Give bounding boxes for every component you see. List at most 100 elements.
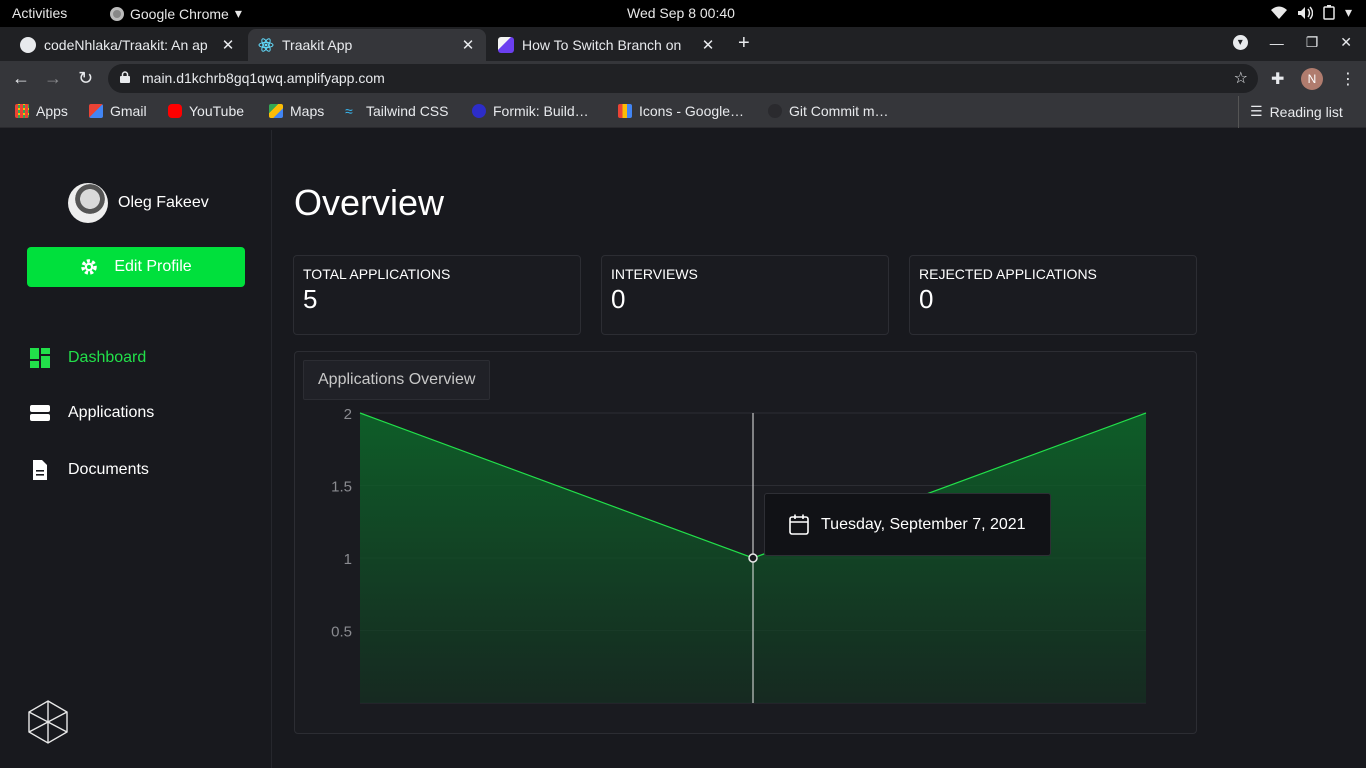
formik-icon bbox=[472, 104, 486, 118]
tab-search-icon[interactable]: ▾ bbox=[1232, 35, 1248, 50]
caret-down-icon: ▾ bbox=[234, 5, 242, 21]
bookmark-label: Formik: Build… bbox=[493, 103, 589, 119]
dashboard-icon bbox=[30, 348, 50, 368]
sidebar-item-dashboard[interactable]: Dashboard bbox=[30, 348, 146, 368]
bookmark-label: Tailwind CSS bbox=[366, 103, 449, 119]
tab-github[interactable]: codeNhlaka/Traakit: An ap ✕ bbox=[10, 29, 246, 61]
tab-title: How To Switch Branch on bbox=[522, 37, 682, 53]
stat-label: REJECTED APPLICATIONS bbox=[919, 266, 1097, 282]
stat-label: TOTAL APPLICATIONS bbox=[303, 266, 451, 282]
stat-card-total-applications: TOTAL APPLICATIONS 5 bbox=[293, 255, 581, 335]
github-icon bbox=[768, 104, 782, 118]
stat-value: 0 bbox=[919, 284, 934, 314]
site-favicon-icon bbox=[498, 37, 514, 53]
tab-title: Traakit App bbox=[282, 37, 353, 53]
bookmarks-divider bbox=[1238, 96, 1239, 128]
bookmark-youtube[interactable]: YouTube bbox=[168, 103, 244, 119]
reading-list-label: Reading list bbox=[1269, 103, 1343, 120]
bookmarks-bar: Apps Gmail YouTube Maps ≈ Tailwind CSS F… bbox=[0, 96, 1366, 128]
minimize-icon[interactable]: — bbox=[1270, 35, 1284, 51]
y-tick-label: 1 bbox=[344, 551, 352, 568]
system-top-bar: Activities Google Chrome ▾ Wed Sep 8 00:… bbox=[0, 0, 1366, 27]
chart-data-point[interactable] bbox=[748, 553, 758, 563]
forward-arrow-icon[interactable]: → bbox=[44, 68, 62, 89]
reading-list-icon: ☰ bbox=[1250, 103, 1263, 119]
caret-down-icon: ▾ bbox=[1344, 4, 1352, 20]
more-menu-icon[interactable]: ⋮ bbox=[1340, 69, 1356, 89]
clock[interactable]: Wed Sep 8 00:40 bbox=[627, 5, 735, 21]
lock-icon bbox=[120, 71, 130, 83]
close-window-icon[interactable]: ✕ bbox=[1340, 34, 1352, 51]
maps-icon bbox=[269, 104, 283, 118]
user-name: Oleg Fakeev bbox=[118, 194, 209, 211]
url-text: main.d1kchrb8gq1qwq.amplifyapp.com bbox=[142, 70, 385, 86]
applications-area-chart[interactable]: 2 1.5 1 0.5 bbox=[295, 352, 1198, 735]
github-icon bbox=[20, 37, 36, 53]
app-logo-icon bbox=[28, 700, 68, 744]
document-icon bbox=[33, 460, 47, 480]
bookmark-gmail[interactable]: Gmail bbox=[89, 103, 147, 119]
chrome-icon bbox=[110, 6, 124, 21]
bookmark-apps[interactable]: Apps bbox=[15, 103, 68, 119]
new-tab-plus-icon[interactable]: + bbox=[738, 32, 750, 55]
extensions-puzzle-icon[interactable]: ✚ bbox=[1271, 69, 1284, 89]
window-controls: ▾ — ❐ ✕ bbox=[1232, 34, 1352, 51]
page-title: Overview bbox=[294, 182, 445, 223]
reading-list-button[interactable]: ☰ Reading list bbox=[1250, 103, 1343, 120]
reload-icon[interactable]: ↻ bbox=[78, 68, 93, 89]
bookmark-maps[interactable]: Maps bbox=[269, 103, 324, 119]
stat-value: 0 bbox=[611, 284, 626, 314]
bookmark-label: Gmail bbox=[110, 103, 147, 119]
avatar bbox=[68, 183, 108, 223]
bookmark-git-commit[interactable]: Git Commit m… bbox=[768, 103, 889, 119]
close-icon[interactable]: ✕ bbox=[700, 36, 716, 54]
app-menu[interactable]: Google Chrome ▾ bbox=[110, 5, 242, 22]
edit-profile-button[interactable]: Edit Profile bbox=[27, 247, 245, 287]
app-name: Google Chrome bbox=[130, 5, 229, 22]
bookmark-google-icons[interactable]: Icons - Google… bbox=[618, 103, 744, 119]
close-icon[interactable]: ✕ bbox=[460, 36, 476, 54]
bookmark-label: Apps bbox=[36, 103, 68, 119]
tooltip-date: Tuesday, September 7, 2021 bbox=[821, 515, 1026, 533]
volume-icon bbox=[1297, 6, 1313, 19]
stat-value: 5 bbox=[303, 284, 318, 314]
gear-icon bbox=[81, 259, 98, 275]
bookmark-formik[interactable]: Formik: Build… bbox=[472, 103, 589, 119]
calendar-icon bbox=[789, 514, 809, 535]
user-profile: Oleg Fakeev bbox=[68, 183, 209, 223]
y-tick-label: 0.5 bbox=[331, 624, 352, 641]
bookmark-label: YouTube bbox=[189, 103, 245, 119]
tab-title: codeNhlaka/Traakit: An ap bbox=[44, 37, 208, 53]
edit-profile-label: Edit Profile bbox=[114, 258, 192, 275]
back-arrow-icon[interactable]: ← bbox=[12, 68, 30, 89]
google-fonts-icon bbox=[618, 104, 632, 118]
tab-switch-branch[interactable]: How To Switch Branch on ✕ bbox=[488, 29, 726, 61]
tab-traakit[interactable]: Traakit App ✕ bbox=[248, 29, 486, 61]
stat-card-rejected-applications: REJECTED APPLICATIONS 0 bbox=[909, 255, 1197, 335]
y-tick-label: 2 bbox=[344, 406, 352, 423]
close-icon[interactable]: ✕ bbox=[220, 36, 236, 54]
sidebar-item-applications[interactable]: Applications bbox=[30, 404, 154, 422]
stat-card-interviews: INTERVIEWS 0 bbox=[601, 255, 889, 335]
address-bar[interactable]: main.d1kchrb8gq1qwq.amplifyapp.com ☆ bbox=[108, 64, 1258, 93]
youtube-icon bbox=[168, 104, 182, 118]
system-tray[interactable]: ▾ bbox=[1270, 4, 1352, 21]
battery-icon bbox=[1323, 5, 1335, 20]
traakit-app: Oleg Fakeev Edit Profile Dashboard Appli… bbox=[0, 130, 1366, 768]
sidebar-item-documents[interactable]: Documents bbox=[30, 460, 149, 480]
applications-chart-card: Applications Overview 2 1.5 1 0.5 Tuesday, … bbox=[294, 351, 1197, 734]
stat-label: INTERVIEWS bbox=[611, 266, 698, 282]
applications-icon bbox=[30, 405, 50, 421]
restore-icon[interactable]: ❐ bbox=[1306, 34, 1319, 51]
sidebar: Oleg Fakeev Edit Profile Dashboard Appli… bbox=[0, 130, 272, 768]
bookmark-label: Git Commit m… bbox=[789, 103, 889, 119]
bookmark-star-icon[interactable]: ☆ bbox=[1234, 68, 1248, 88]
sidebar-item-label: Documents bbox=[68, 461, 149, 478]
wifi-icon bbox=[1270, 6, 1287, 19]
activities-button[interactable]: Activities bbox=[12, 5, 67, 21]
bookmark-label: Maps bbox=[290, 103, 325, 119]
react-icon bbox=[258, 38, 274, 52]
bookmark-tailwind[interactable]: ≈ Tailwind CSS bbox=[345, 103, 448, 119]
profile-avatar[interactable]: N bbox=[1301, 68, 1323, 90]
browser-tab-strip: codeNhlaka/Traakit: An ap ✕ Traakit App … bbox=[0, 27, 1366, 61]
